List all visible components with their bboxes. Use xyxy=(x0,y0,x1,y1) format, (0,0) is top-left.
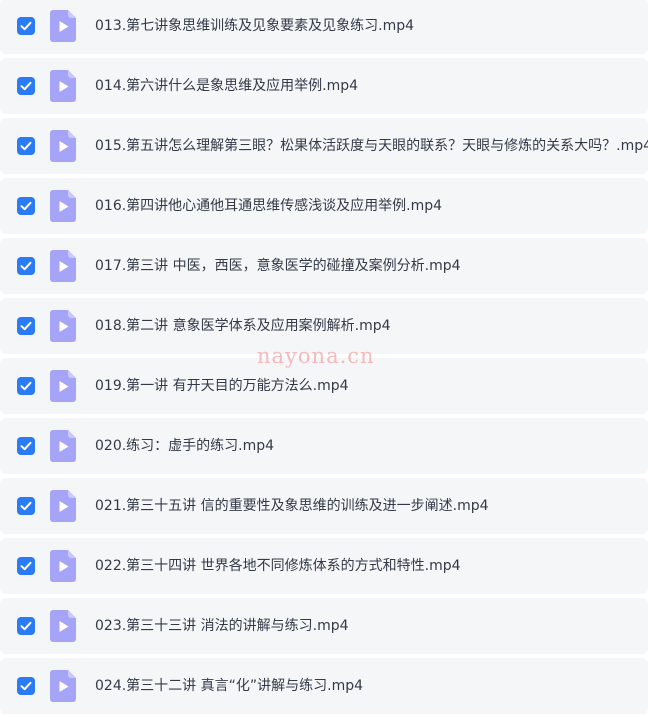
file-checkbox[interactable] xyxy=(17,317,35,335)
video-file-icon xyxy=(50,430,76,462)
video-file-icon xyxy=(50,490,76,522)
checkmark-icon xyxy=(20,21,32,31)
file-checkbox[interactable] xyxy=(17,557,35,575)
file-row[interactable]: 015.第五讲怎么理解第三眼？松果体活跃度与天眼的联系？天眼与修炼的关系大吗？.… xyxy=(0,118,648,174)
file-checkbox[interactable] xyxy=(17,137,35,155)
video-file-icon xyxy=(50,370,76,402)
checkmark-icon xyxy=(20,441,32,451)
file-name[interactable]: 024.第三十二讲 真言“化”讲解与练习.mp4 xyxy=(95,658,363,714)
file-checkbox[interactable] xyxy=(17,617,35,635)
file-row[interactable]: 024.第三十二讲 真言“化”讲解与练习.mp4 xyxy=(0,658,648,714)
file-checkbox[interactable] xyxy=(17,497,35,515)
checkmark-icon xyxy=(20,381,32,391)
file-name[interactable]: 015.第五讲怎么理解第三眼？松果体活跃度与天眼的联系？天眼与修炼的关系大吗？.… xyxy=(95,118,648,174)
checkmark-icon xyxy=(20,561,32,571)
checkmark-icon xyxy=(20,261,32,271)
file-name[interactable]: 013.第七讲象思维训练及见象要素及见象练习.mp4 xyxy=(95,0,414,54)
file-row[interactable]: 020.练习：虚手的练习.mp4 xyxy=(0,418,648,474)
file-row[interactable]: 021.第三十五讲 信的重要性及象思维的训练及进一步阐述.mp4 xyxy=(0,478,648,534)
file-checkbox[interactable] xyxy=(17,77,35,95)
checkmark-icon xyxy=(20,621,32,631)
file-name[interactable]: 023.第三十三讲 消法的讲解与练习.mp4 xyxy=(95,598,349,654)
video-file-icon xyxy=(50,550,76,582)
file-row[interactable]: 022.第三十四讲 世界各地不同修炼体系的方式和特性.mp4 xyxy=(0,538,648,594)
checkmark-icon xyxy=(20,321,32,331)
file-name[interactable]: 016.第四讲他心通他耳通思维传感浅谈及应用举例.mp4 xyxy=(95,178,442,234)
file-checkbox[interactable] xyxy=(17,17,35,35)
file-checkbox[interactable] xyxy=(17,677,35,695)
file-row[interactable]: 014.第六讲什么是象思维及应用举例.mp4 xyxy=(0,58,648,114)
checkmark-icon xyxy=(20,681,32,691)
file-checkbox[interactable] xyxy=(17,257,35,275)
file-name[interactable]: 020.练习：虚手的练习.mp4 xyxy=(95,418,274,474)
video-file-icon xyxy=(50,130,76,162)
checkmark-icon xyxy=(20,201,32,211)
file-checkbox[interactable] xyxy=(17,437,35,455)
file-name[interactable]: 017.第三讲 中医，西医，意象医学的碰撞及案例分析.mp4 xyxy=(95,238,461,294)
file-name[interactable]: 018.第二讲 意象医学体系及应用案例解析.mp4 xyxy=(95,298,391,354)
file-list: 013.第七讲象思维训练及见象要素及见象练习.mp4 014.第六讲什么是象思维… xyxy=(0,0,648,717)
video-file-icon xyxy=(50,70,76,102)
checkmark-icon xyxy=(20,81,32,91)
file-row[interactable]: 023.第三十三讲 消法的讲解与练习.mp4 xyxy=(0,598,648,654)
video-file-icon xyxy=(50,610,76,642)
checkmark-icon xyxy=(20,501,32,511)
file-name[interactable]: 019.第一讲 有开天目的万能方法么.mp4 xyxy=(95,358,349,414)
video-file-icon xyxy=(50,670,76,702)
file-name[interactable]: 014.第六讲什么是象思维及应用举例.mp4 xyxy=(95,58,358,114)
video-file-icon xyxy=(50,10,76,42)
file-row[interactable]: 017.第三讲 中医，西医，意象医学的碰撞及案例分析.mp4 xyxy=(0,238,648,294)
file-checkbox[interactable] xyxy=(17,377,35,395)
file-name[interactable]: 021.第三十五讲 信的重要性及象思维的训练及进一步阐述.mp4 xyxy=(95,478,489,534)
file-row[interactable]: 019.第一讲 有开天目的万能方法么.mp4 xyxy=(0,358,648,414)
file-row[interactable]: 018.第二讲 意象医学体系及应用案例解析.mp4 xyxy=(0,298,648,354)
video-file-icon xyxy=(50,250,76,282)
video-file-icon xyxy=(50,190,76,222)
file-checkbox[interactable] xyxy=(17,197,35,215)
file-row[interactable]: 016.第四讲他心通他耳通思维传感浅谈及应用举例.mp4 xyxy=(0,178,648,234)
file-row[interactable]: 013.第七讲象思维训练及见象要素及见象练习.mp4 xyxy=(0,0,648,54)
file-name[interactable]: 022.第三十四讲 世界各地不同修炼体系的方式和特性.mp4 xyxy=(95,538,461,594)
video-file-icon xyxy=(50,310,76,342)
checkmark-icon xyxy=(20,141,32,151)
